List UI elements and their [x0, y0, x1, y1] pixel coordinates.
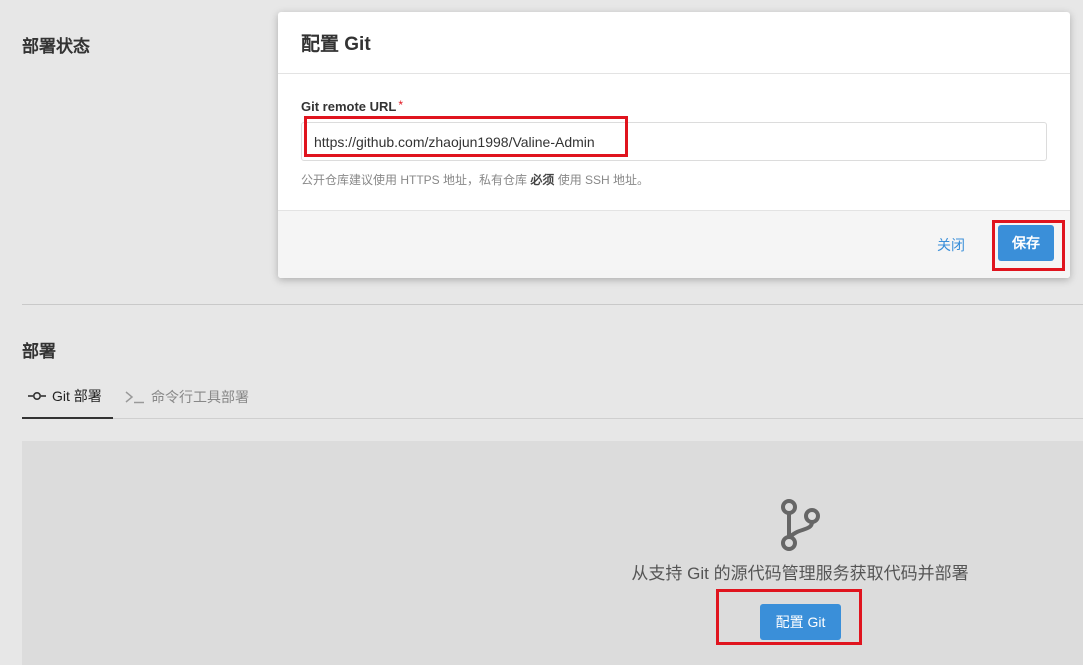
close-button[interactable]: 关闭	[937, 235, 965, 255]
tab-git-deploy-label: Git 部署	[52, 388, 102, 404]
git-panel-description: 从支持 Git 的源代码管理服务获取代码并部署	[631, 564, 969, 583]
deploy-status-title: 部署状态	[22, 37, 90, 56]
tab-cli-deploy[interactable]: 命令行工具部署	[125, 375, 249, 419]
configure-git-modal: 配置 Git Git remote URL* 公开仓库建议使用 HTTPS 地址…	[278, 12, 1070, 278]
modal-footer: 关闭 保存	[278, 210, 1070, 278]
url-help-text: 公开仓库建议使用 HTTPS 地址，私有仓库 必须 使用 SSH 地址。	[301, 171, 1047, 188]
section-divider	[22, 304, 1083, 305]
modal-body: Git remote URL* 公开仓库建议使用 HTTPS 地址，私有仓库 必…	[278, 74, 1070, 210]
git-deploy-panel	[22, 441, 1083, 665]
git-remote-url-label: Git remote URL *	[301, 98, 1047, 116]
help-prefix: 公开仓库建议使用 HTTPS 地址，私有仓库	[301, 173, 531, 187]
git-remote-url-input[interactable]	[301, 122, 1047, 161]
configure-git-button[interactable]: 配置 Git	[760, 604, 841, 640]
tab-git-deploy[interactable]: Git 部署	[22, 375, 113, 419]
git-branch-icon	[776, 497, 824, 553]
save-button[interactable]: 保存	[998, 225, 1054, 261]
tab-cli-deploy-label: 命令行工具部署	[151, 389, 249, 405]
field-label: Git remote URL	[301, 99, 397, 114]
git-commit-icon	[28, 391, 46, 401]
terminal-icon	[125, 390, 145, 404]
modal-title: 配置 Git	[301, 34, 371, 55]
required-mark: *	[398, 98, 404, 112]
deploy-title: 部署	[22, 342, 56, 361]
help-emphasis: 必须	[530, 173, 555, 187]
modal-header: 配置 Git	[278, 12, 1070, 74]
help-suffix: 使用 SSH 地址。	[554, 173, 650, 187]
deploy-tabs: Git 部署 命令行工具部署	[22, 375, 1083, 419]
